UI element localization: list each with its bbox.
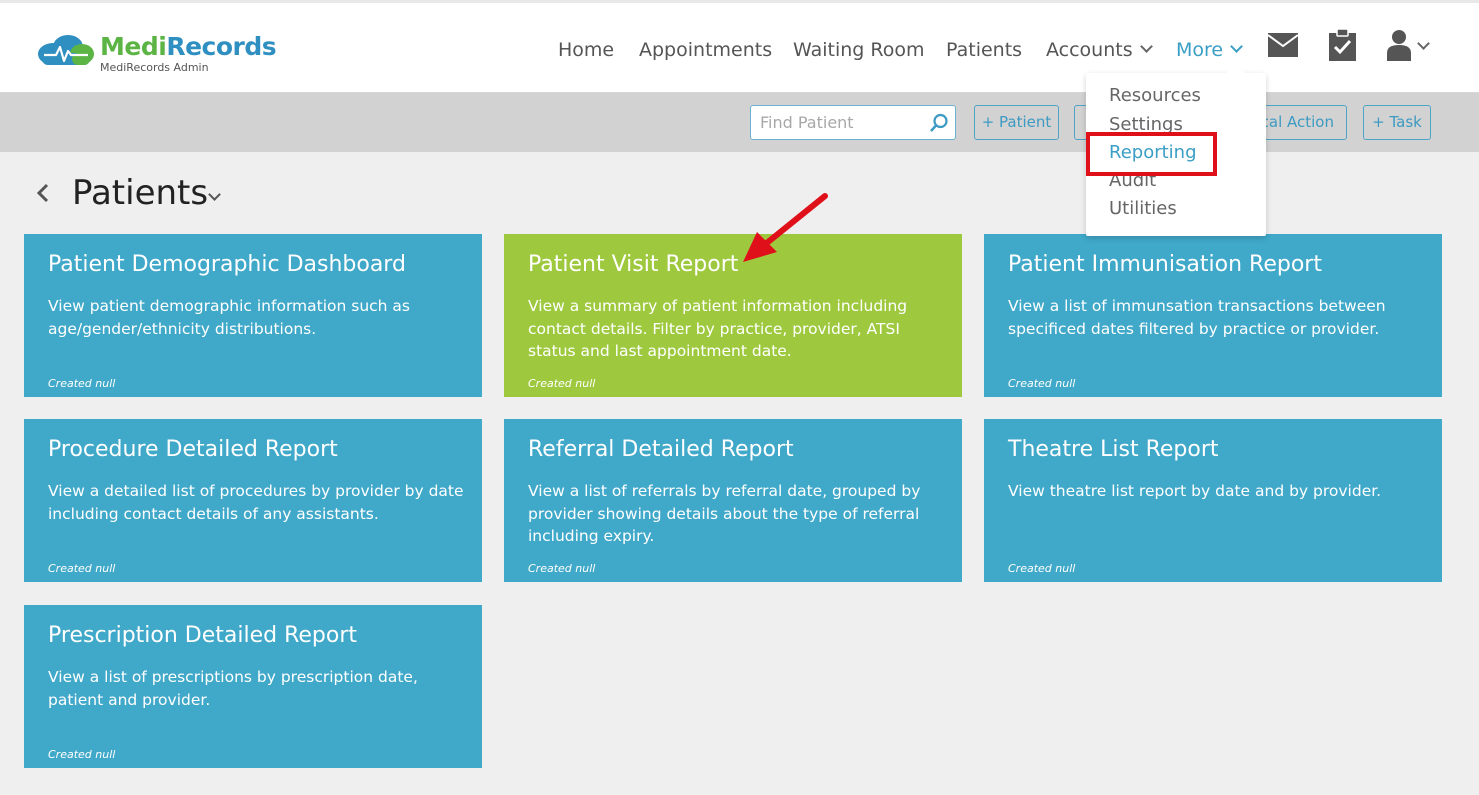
add-task-button[interactable]: + Task	[1363, 105, 1431, 140]
nav-home[interactable]: Home	[558, 35, 614, 65]
nav-more-label: More	[1176, 39, 1224, 61]
report-card-theatre-list[interactable]: Theatre List Report View theatre list re…	[984, 419, 1442, 582]
chevron-down-icon	[1230, 40, 1243, 53]
chevron-down-icon	[1139, 40, 1153, 53]
chevron-down-icon[interactable]	[208, 188, 221, 201]
card-title: Theatre List Report	[1008, 437, 1219, 462]
card-created: Created null	[48, 562, 116, 575]
menu-item-reporting[interactable]: Reporting	[1109, 141, 1197, 165]
card-title: Referral Detailed Report	[528, 437, 794, 462]
card-created: Created null	[528, 562, 596, 575]
logo-wordmark: MediRecords	[100, 31, 277, 63]
card-created: Created null	[528, 377, 596, 390]
menu-item-audit[interactable]: Audit	[1109, 169, 1156, 193]
report-card-procedure-detailed[interactable]: Procedure Detailed Report View a detaile…	[24, 419, 482, 582]
report-card-prescription-detailed[interactable]: Prescription Detailed Report View a list…	[24, 605, 482, 768]
card-title: Prescription Detailed Report	[48, 623, 358, 648]
nav-appointments[interactable]: Appointments	[639, 35, 772, 65]
card-description: View theatre list report by date and by …	[1008, 482, 1382, 500]
find-patient-search[interactable]	[750, 105, 956, 140]
card-title: Patient Demographic Dashboard	[48, 252, 406, 277]
nav-accounts[interactable]: Accounts	[1046, 35, 1153, 65]
card-title: Patient Visit Report	[528, 252, 739, 277]
more-dropdown-menu: Resources Settings Reporting Audit Utili…	[1086, 64, 1266, 236]
add-patient-button[interactable]: + Patient	[974, 105, 1059, 140]
card-created: Created null	[1008, 562, 1076, 575]
nav-waiting-room[interactable]: Waiting Room	[793, 35, 924, 65]
page-title: Patients	[72, 173, 209, 213]
card-created: Created null	[48, 748, 116, 761]
logo-subtitle: MediRecords Admin	[100, 61, 209, 74]
nav-patients[interactable]: Patients	[946, 35, 1022, 65]
menu-item-utilities[interactable]: Utilities	[1109, 197, 1177, 221]
report-card-patient-immunisation[interactable]: Patient Immunisation Report View a list …	[984, 234, 1442, 397]
search-icon[interactable]	[929, 113, 949, 137]
user-icon	[1387, 30, 1411, 61]
card-created: Created null	[1008, 377, 1076, 390]
report-card-referral-detailed[interactable]: Referral Detailed Report View a list of …	[504, 419, 962, 582]
nav-more[interactable]: More	[1176, 35, 1243, 65]
card-created: Created null	[48, 377, 116, 390]
find-patient-input[interactable]	[760, 113, 920, 132]
user-menu[interactable]	[1387, 29, 1430, 65]
mail-icon[interactable]	[1267, 33, 1299, 61]
card-description: View a list of prescriptions by prescrip…	[48, 668, 418, 709]
clipboard-check-icon[interactable]	[1329, 28, 1356, 65]
chevron-left-icon	[36, 183, 49, 203]
card-description: View a list of immunsation transactions …	[1008, 297, 1386, 338]
cloud-logo-icon	[38, 35, 94, 65]
card-description: View a detailed list of procedures by pr…	[48, 482, 464, 523]
menu-item-resources[interactable]: Resources	[1109, 84, 1201, 108]
menu-item-settings[interactable]: Settings	[1109, 113, 1183, 137]
report-card-patient-demographic[interactable]: Patient Demographic Dashboard View patie…	[24, 234, 482, 397]
chevron-down-icon	[1417, 37, 1430, 50]
card-title: Patient Immunisation Report	[1008, 252, 1322, 277]
card-description: View a summary of patient information in…	[528, 297, 908, 360]
logo-medi: Medi	[100, 32, 167, 61]
app-logo[interactable]: MediRecords MediRecords Admin	[36, 31, 277, 77]
logo-records: Records	[166, 32, 277, 61]
card-description: View a list of referrals by referral dat…	[528, 482, 921, 545]
report-card-patient-visit[interactable]: Patient Visit Report View a summary of p…	[504, 234, 962, 397]
nav-accounts-label: Accounts	[1046, 39, 1133, 61]
card-title: Procedure Detailed Report	[48, 437, 338, 462]
back-button[interactable]	[36, 183, 50, 207]
card-description: View patient demographic information suc…	[48, 297, 411, 338]
